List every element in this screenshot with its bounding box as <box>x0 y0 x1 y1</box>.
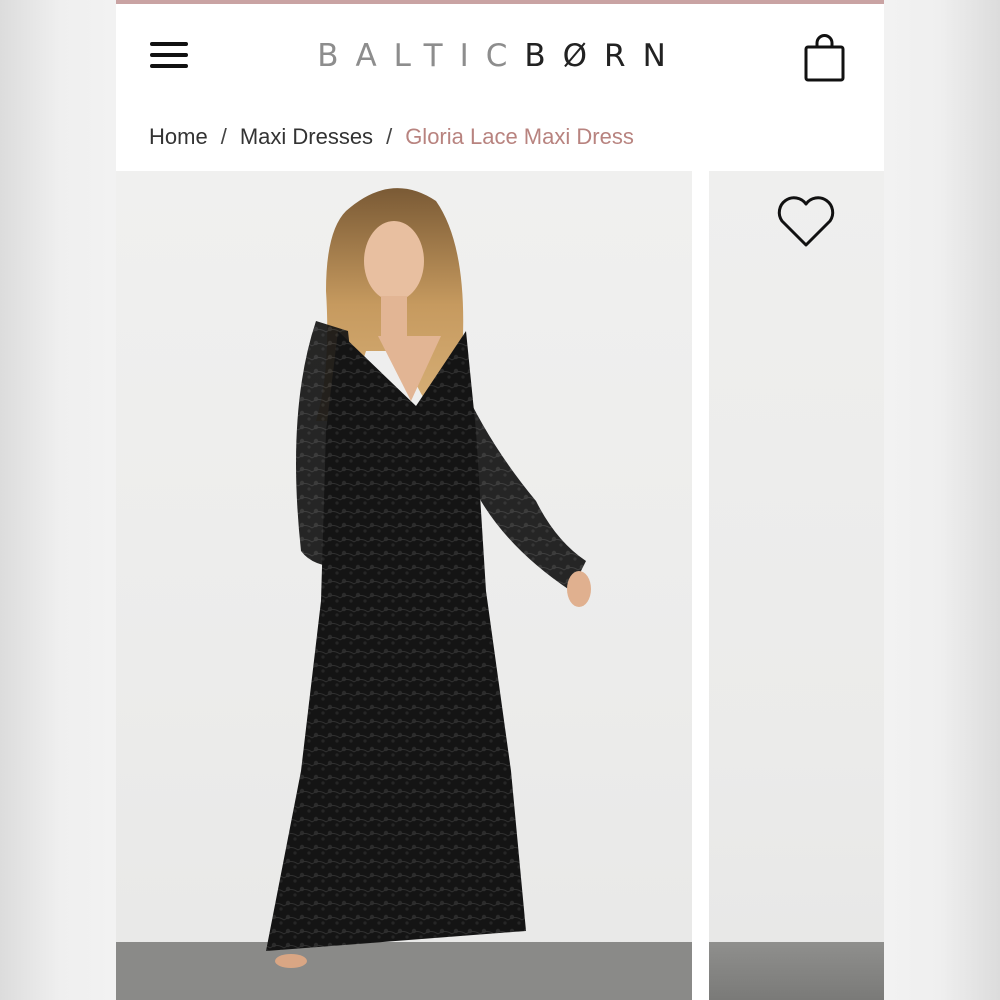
site-header: BALTICBØRN <box>116 4 884 108</box>
breadcrumb-separator: / <box>386 124 393 149</box>
product-image-next[interactable] <box>709 171 884 1000</box>
model-photo-illustration <box>116 188 692 1000</box>
breadcrumb-maxi-dresses[interactable]: Maxi Dresses <box>240 124 373 149</box>
logo-part-1: BALTIC <box>317 38 525 74</box>
product-image-gallery[interactable] <box>116 171 884 1000</box>
floor-strip <box>709 942 884 1000</box>
breadcrumb-separator: / <box>220 124 227 149</box>
product-image-main[interactable] <box>116 171 692 1000</box>
brand-logo[interactable]: BALTICBØRN <box>116 38 884 74</box>
breadcrumb: Home / Maxi Dresses / Gloria Lace Maxi Dress <box>149 124 634 150</box>
shopping-bag-icon[interactable] <box>801 34 849 84</box>
breadcrumb-current: Gloria Lace Maxi Dress <box>405 124 634 149</box>
mobile-page: BALTICBØRN Home / Maxi Dresses / Gloria Lace… <box>116 0 884 1000</box>
breadcrumb-home[interactable]: Home <box>149 124 208 149</box>
logo-part-2: BØRN <box>524 38 683 74</box>
heart-outline-icon[interactable] <box>775 195 837 249</box>
